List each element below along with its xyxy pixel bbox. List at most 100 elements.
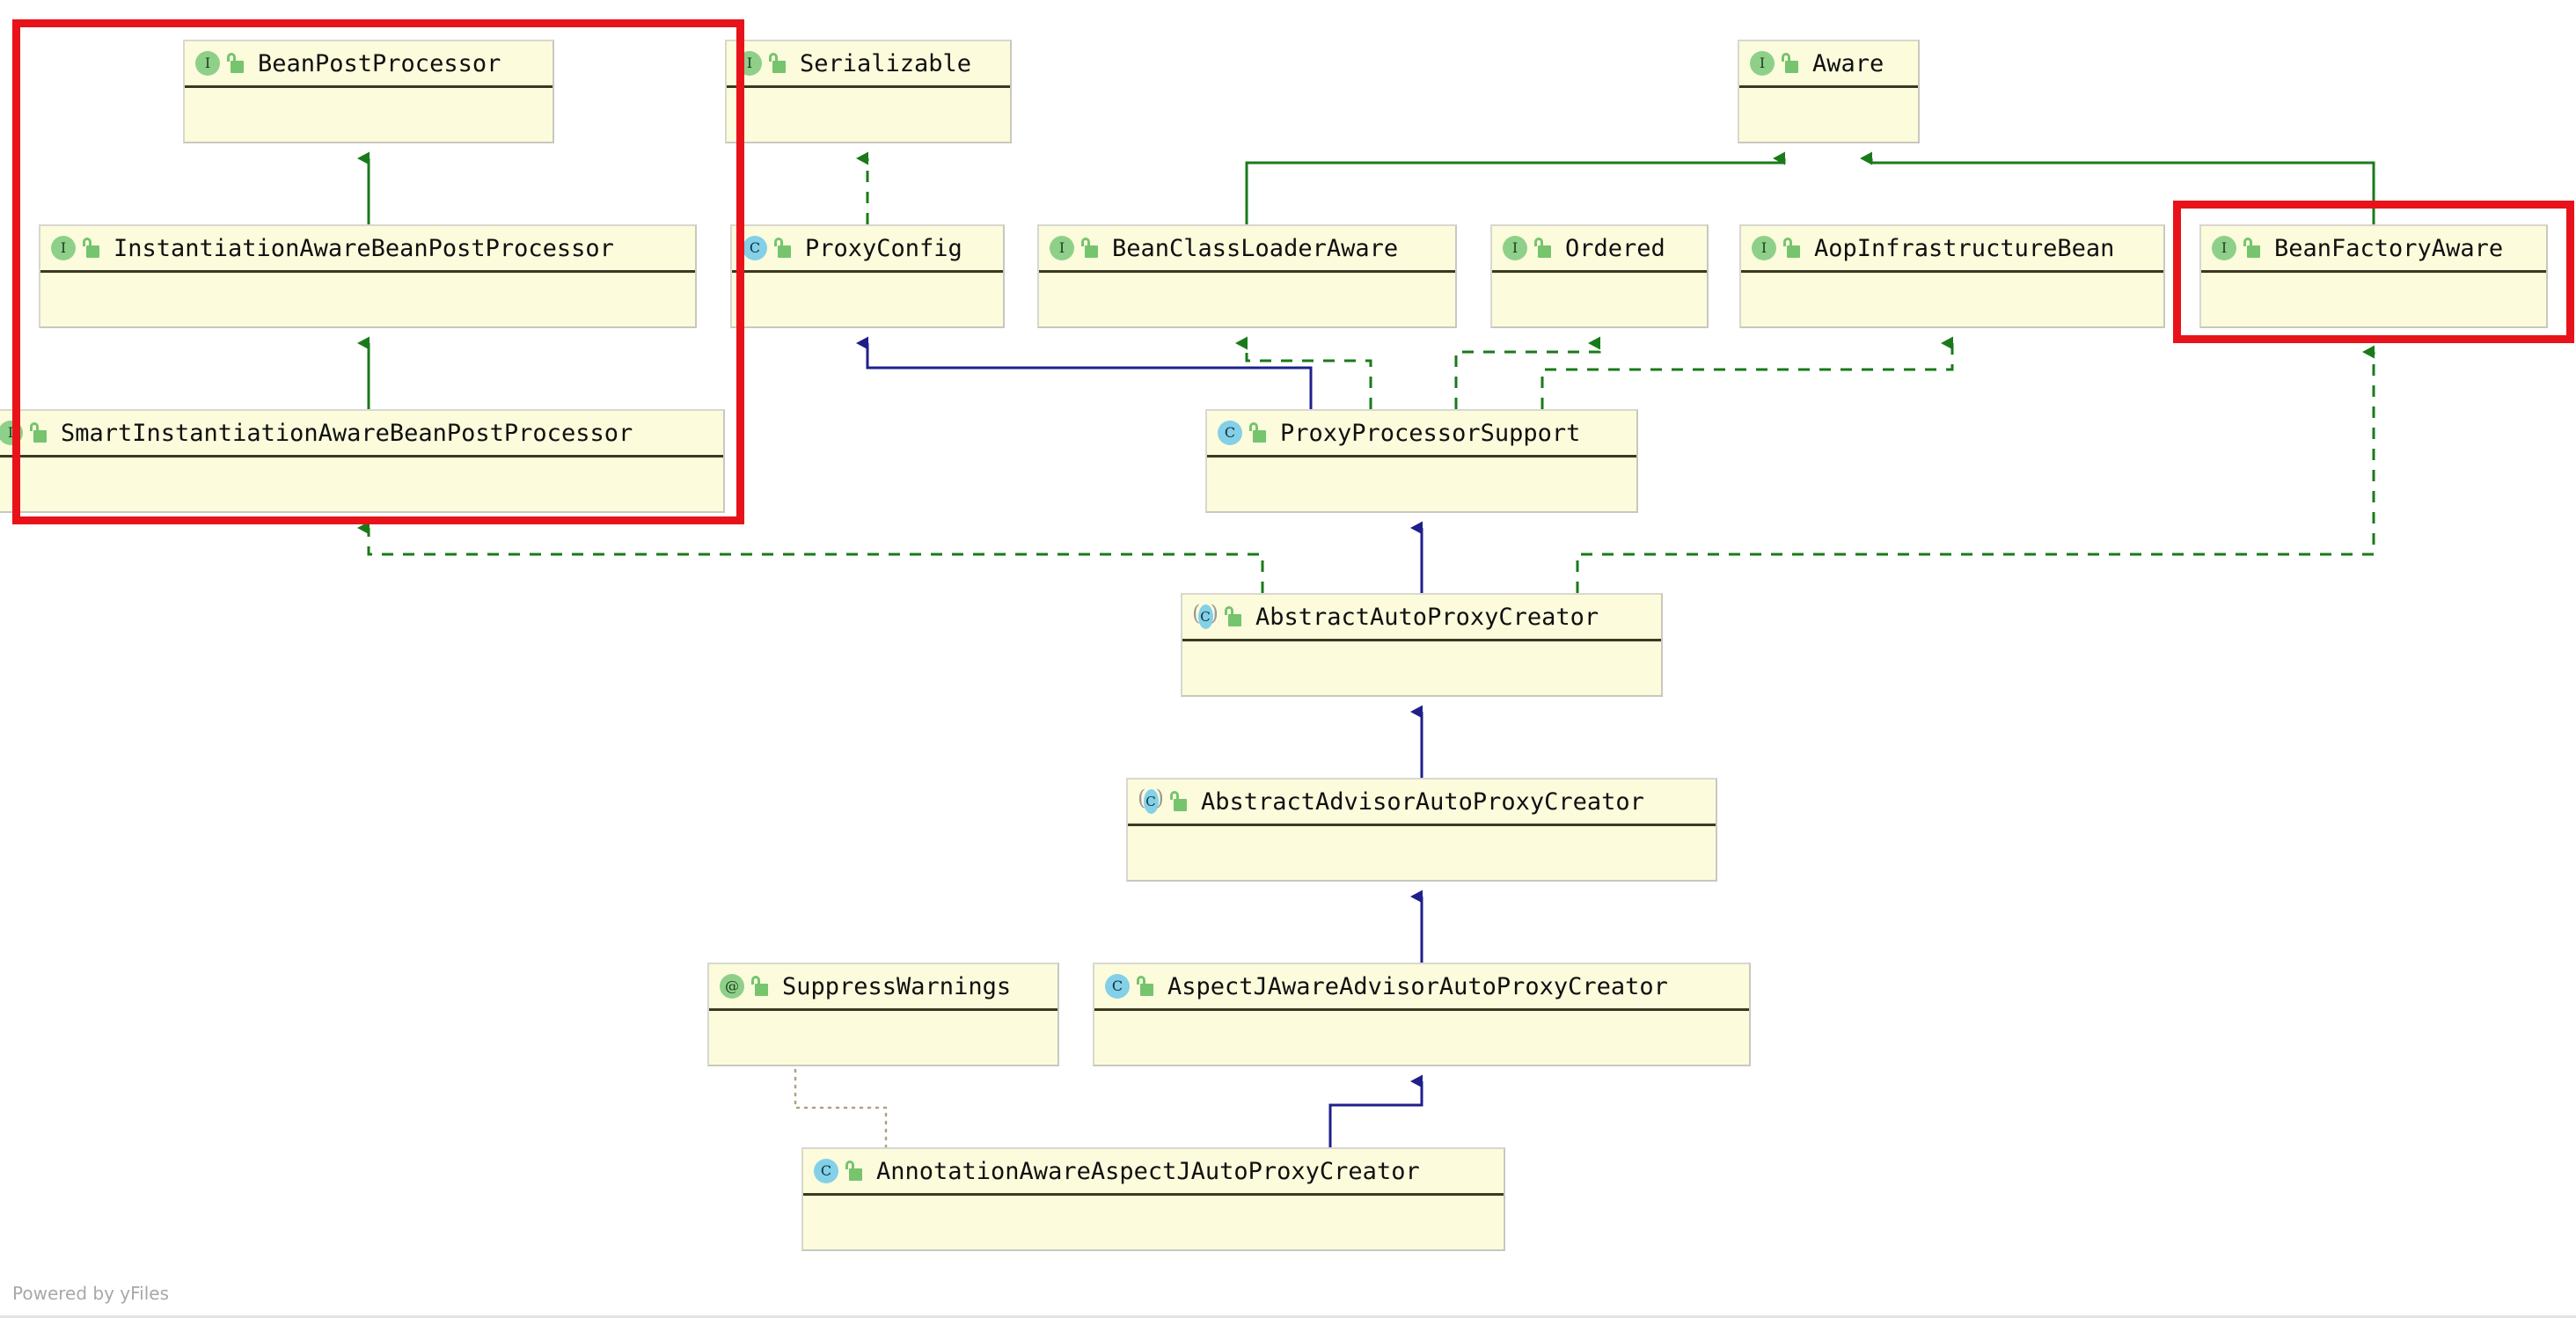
diagram-canvas: I BeanPostProcessor I Serializable I Awa…: [0, 0, 2576, 1318]
node-header: I BeanClassLoaderAware: [1039, 226, 1455, 273]
node-proxyprocessorsupport[interactable]: C ProxyProcessorSupport: [1205, 409, 1638, 513]
edge-beanfactoryaware-to-aware: [1860, 151, 2375, 224]
edge-proxyprocessorsupport-to-proxyconfig: [856, 336, 1313, 409]
interface-icon: I: [51, 236, 76, 260]
public-unlock-icon: [768, 53, 786, 74]
class-icon: C: [814, 1159, 838, 1183]
node-header: I BeanPostProcessor: [185, 41, 553, 88]
interface-icon: I: [1503, 236, 1527, 260]
class-icon: C: [1218, 421, 1242, 445]
public-unlock-icon: [1781, 53, 1798, 74]
node-header: C ProxyProcessorSupport: [1207, 411, 1636, 458]
abstract-class-icon: (C): [1192, 603, 1218, 629]
edge-proxyprocessorsupport-to-aopinfrastructurebean: [1540, 336, 1954, 409]
node-members: [1492, 273, 1707, 326]
node-members: [1207, 458, 1636, 511]
node-label: AopInfrastructureBean: [1814, 234, 2115, 262]
node-members: [1094, 1011, 1749, 1065]
annotation-icon: @: [720, 974, 744, 999]
class-icon: C: [743, 236, 767, 260]
node-label: Serializable: [800, 49, 972, 77]
node-header: C ProxyConfig: [732, 226, 1003, 273]
node-abstractautoproxycreator[interactable]: (C) AbstractAutoProxyCreator: [1181, 593, 1663, 697]
node-serializable[interactable]: I Serializable: [725, 40, 1012, 143]
node-header: I Ordered: [1492, 226, 1707, 273]
node-ordered[interactable]: I Ordered: [1490, 224, 1709, 328]
interface-icon: I: [1050, 236, 1074, 260]
edge-annotationaware-to-suppresswarnings: [794, 1065, 888, 1149]
edge-proxyprocessorsupport-to-ordered: [1454, 336, 1601, 409]
node-members: [185, 88, 553, 142]
node-header: (C) AbstractAdvisorAutoProxyCreator: [1128, 780, 1716, 826]
public-unlock-icon: [1248, 422, 1266, 443]
node-members: [1739, 88, 1918, 142]
node-label: Aware: [1812, 49, 1884, 77]
edge-abstractautoproxycreator-to-smartinstantiationaware: [357, 521, 1264, 593]
node-beanclassloaderaware[interactable]: I BeanClassLoaderAware: [1037, 224, 1457, 328]
node-aspectjawareadvisorautoproxycreator[interactable]: C AspectJAwareAdvisorAutoProxyCreator: [1093, 963, 1751, 1066]
node-label: AspectJAwareAdvisorAutoProxyCreator: [1167, 972, 1668, 1000]
public-unlock-icon: [2243, 238, 2260, 259]
node-smartinstantiationawarebeanpostprocessor[interactable]: I SmartInstantiationAwareBeanPostProcess…: [0, 409, 725, 513]
node-members: [1128, 826, 1716, 880]
node-label: InstantiationAwareBeanPostProcessor: [113, 234, 614, 262]
public-unlock-icon: [1782, 238, 1800, 259]
node-annotationawareaspectjautoproxycreator[interactable]: C AnnotationAwareAspectJAutoProxyCreator: [801, 1147, 1505, 1251]
node-instantiationawarebeanpostprocessor[interactable]: I InstantiationAwareBeanPostProcessor: [39, 224, 697, 328]
interface-icon: I: [0, 421, 23, 445]
public-unlock-icon: [226, 53, 244, 74]
public-unlock-icon: [1169, 791, 1187, 812]
node-header: I Aware: [1739, 41, 1918, 88]
public-unlock-icon: [82, 238, 99, 259]
node-members: [1039, 273, 1455, 326]
node-label: ProxyProcessorSupport: [1280, 419, 1581, 447]
public-unlock-icon: [29, 422, 47, 443]
node-members: [803, 1196, 1504, 1249]
node-label: SmartInstantiationAwareBeanPostProcessor: [61, 419, 633, 447]
node-members: [1741, 273, 2163, 326]
node-label: BeanPostProcessor: [258, 49, 501, 77]
public-unlock-icon: [845, 1161, 862, 1182]
node-members: [732, 273, 1003, 326]
node-members: [0, 458, 723, 511]
node-members: [2201, 273, 2546, 326]
public-unlock-icon: [1136, 976, 1153, 997]
node-beanpostprocessor[interactable]: I BeanPostProcessor: [183, 40, 554, 143]
node-header: C AspectJAwareAdvisorAutoProxyCreator: [1094, 964, 1749, 1011]
public-unlock-icon: [1080, 238, 1098, 259]
node-header: I InstantiationAwareBeanPostProcessor: [40, 226, 695, 273]
node-label: ProxyConfig: [805, 234, 962, 262]
node-label: AbstractAdvisorAutoProxyCreator: [1201, 787, 1644, 816]
interface-icon: I: [737, 51, 762, 76]
edge-proxyprocessorsupport-to-beanclassloaderaware: [1235, 336, 1372, 409]
node-members: [727, 88, 1010, 142]
interface-icon: I: [1752, 236, 1776, 260]
abstract-class-icon: (C): [1138, 787, 1164, 814]
public-unlock-icon: [1533, 238, 1551, 259]
node-label: AbstractAutoProxyCreator: [1255, 603, 1599, 631]
node-suppresswarnings[interactable]: @ SuppressWarnings: [707, 963, 1059, 1066]
node-proxyconfig[interactable]: C ProxyConfig: [730, 224, 1005, 328]
node-aware[interactable]: I Aware: [1738, 40, 1920, 143]
edge-abstractautoproxycreator-to-beanfactoryaware: [1576, 345, 2375, 593]
powered-by-label: Powered by yFiles: [12, 1283, 169, 1304]
node-label: BeanFactoryAware: [2274, 234, 2504, 262]
node-header: I BeanFactoryAware: [2201, 226, 2546, 273]
node-aopinfrastructurebean[interactable]: I AopInfrastructureBean: [1739, 224, 2165, 328]
interface-icon: I: [2212, 236, 2236, 260]
node-header: I SmartInstantiationAwareBeanPostProcess…: [0, 411, 723, 458]
public-unlock-icon: [773, 238, 791, 259]
node-header: @ SuppressWarnings: [709, 964, 1057, 1011]
node-members: [40, 273, 695, 326]
node-label: AnnotationAwareAspectJAutoProxyCreator: [876, 1157, 1420, 1185]
node-members: [709, 1011, 1057, 1065]
node-members: [1182, 641, 1661, 695]
node-header: I Serializable: [727, 41, 1010, 88]
edge-annotationaware-to-aspectjaware: [1328, 1074, 1423, 1147]
node-beanfactoryaware[interactable]: I BeanFactoryAware: [2199, 224, 2548, 328]
node-header: C AnnotationAwareAspectJAutoProxyCreator: [803, 1149, 1504, 1196]
interface-icon: I: [195, 51, 220, 76]
node-abstractadvisorautoproxycreator[interactable]: (C) AbstractAdvisorAutoProxyCreator: [1126, 778, 1717, 882]
edge-beanclassloaderaware-to-aware: [1245, 151, 1786, 224]
public-unlock-icon: [750, 976, 768, 997]
